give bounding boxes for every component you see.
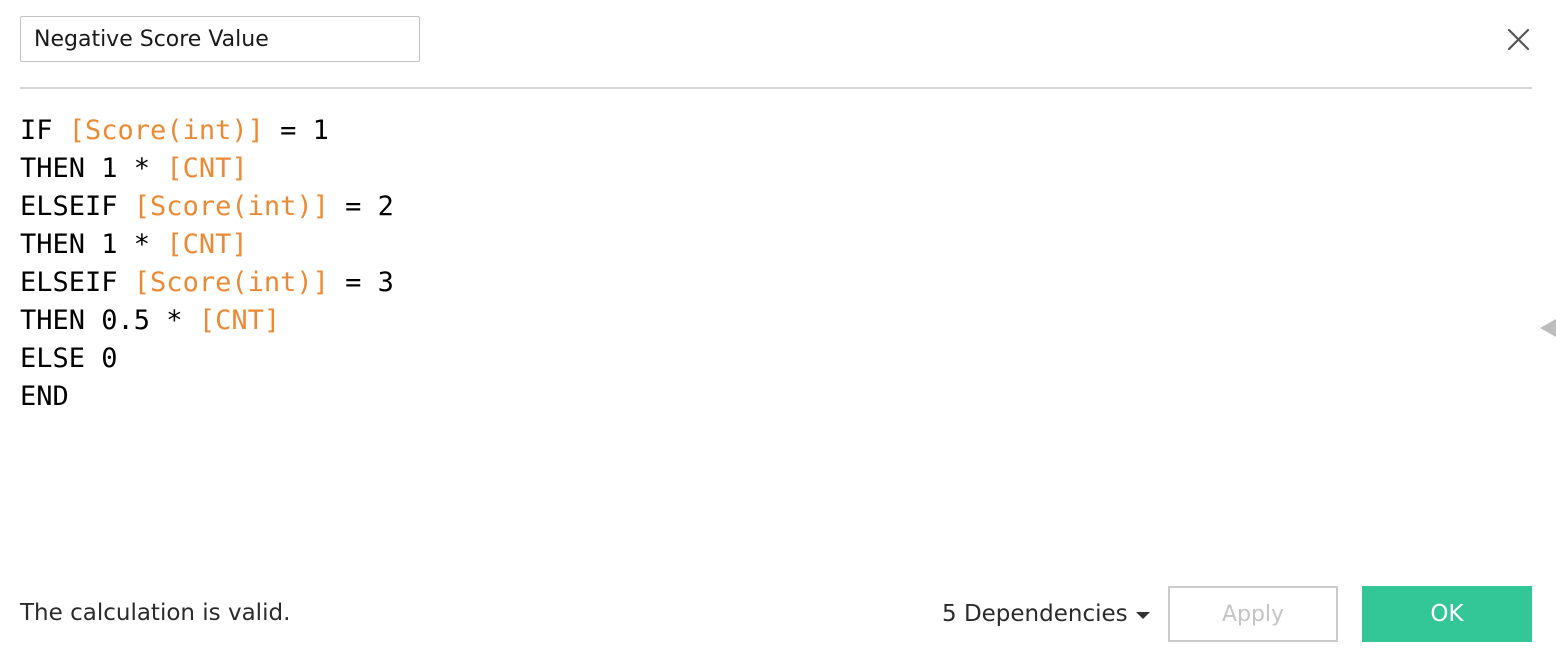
close-icon xyxy=(1507,28,1530,51)
code-token: ELSE 0 xyxy=(20,343,118,374)
dependencies-label: 5 Dependencies xyxy=(942,601,1128,627)
field-reference: [Score(int)] xyxy=(133,191,329,222)
ok-button[interactable]: OK xyxy=(1362,586,1532,642)
code-line: END xyxy=(20,378,1510,416)
dependencies-dropdown[interactable]: 5 Dependencies xyxy=(942,598,1150,630)
code-token: = 3 xyxy=(328,267,394,298)
triangle-left-icon xyxy=(1540,319,1556,337)
caret-down-icon xyxy=(1135,611,1150,619)
code-token: = 1 xyxy=(263,115,329,146)
code-line: ELSE 0 xyxy=(20,340,1510,378)
code-token: IF xyxy=(20,115,69,146)
close-button[interactable] xyxy=(1498,19,1538,59)
code-line: IF [Score(int)] = 1 xyxy=(20,112,1510,150)
field-reference: [CNT] xyxy=(166,153,248,184)
side-panel-toggle[interactable] xyxy=(1538,318,1556,338)
code-token: THEN 0.5 * xyxy=(20,305,199,336)
field-reference: [CNT] xyxy=(166,229,248,260)
code-line: THEN 1 * [CNT] xyxy=(20,226,1510,264)
code-token: THEN 1 * xyxy=(20,153,167,184)
apply-button[interactable]: Apply xyxy=(1168,586,1338,642)
code-token: ELSEIF xyxy=(20,267,134,298)
field-reference: [CNT] xyxy=(198,305,281,336)
code-token: THEN 1 * xyxy=(20,229,167,260)
code-token: = 2 xyxy=(328,191,394,222)
code-token: END xyxy=(20,381,69,412)
code-line: THEN 1 * [CNT] xyxy=(20,150,1510,188)
validation-status: The calculation is valid. xyxy=(20,600,291,626)
field-reference: [Score(int)] xyxy=(133,267,329,298)
code-line: THEN 0.5 * [CNT] xyxy=(20,302,1510,340)
code-line: ELSEIF [Score(int)] = 3 xyxy=(20,264,1510,302)
formula-editor[interactable]: IF [Score(int)] = 1 THEN 1 * [CNT] ELSEIF … xyxy=(20,112,1510,532)
code-line: ELSEIF [Score(int)] = 2 xyxy=(20,188,1510,226)
code-token: ELSEIF xyxy=(20,191,134,222)
field-reference: [Score(int)] xyxy=(68,115,264,146)
header-divider xyxy=(20,87,1532,89)
calculation-name-input[interactable] xyxy=(20,16,420,62)
